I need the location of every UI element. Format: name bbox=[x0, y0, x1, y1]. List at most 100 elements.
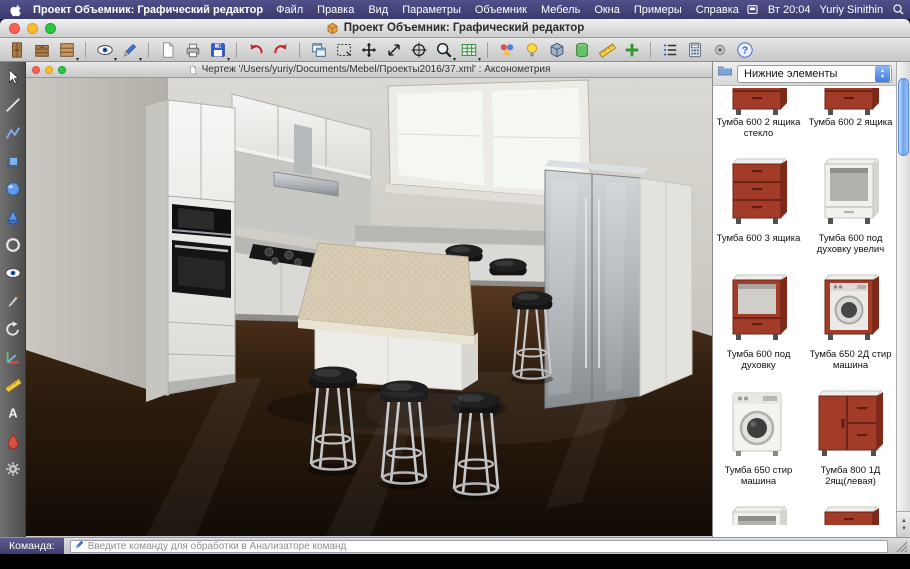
catalog-item[interactable]: Тумба 600 2 ящика bbox=[805, 88, 897, 148]
axes-tool-button[interactable] bbox=[3, 347, 23, 367]
spotlight-icon[interactable] bbox=[892, 3, 905, 16]
menu-Примеры[interactable]: Примеры bbox=[627, 4, 689, 16]
catalog-item[interactable]: Тумба 650 2Д стир машина bbox=[805, 264, 897, 380]
command-input-icon bbox=[74, 537, 85, 554]
element-list-button[interactable] bbox=[659, 39, 680, 60]
dropdown-stepper-icon[interactable]: ▲▼ bbox=[875, 66, 890, 82]
menu-bar-clock[interactable]: Вт 20:04 bbox=[768, 4, 811, 16]
catalog-item-thumbnail bbox=[719, 383, 799, 463]
measure-button[interactable] bbox=[596, 39, 617, 60]
zoom-button[interactable] bbox=[45, 23, 56, 34]
catalog-item[interactable] bbox=[805, 496, 897, 525]
sphere-tool-button[interactable] bbox=[3, 179, 23, 199]
minimize-button[interactable] bbox=[27, 23, 38, 34]
solid-tools-button[interactable] bbox=[571, 39, 592, 60]
catalog-item[interactable] bbox=[713, 496, 805, 525]
category-dropdown[interactable]: Нижние элементы ▲▼ bbox=[737, 65, 892, 83]
status-menu-icon[interactable] bbox=[746, 3, 759, 16]
menu-Объемник[interactable]: Объемник bbox=[468, 4, 534, 16]
scrollbar-arrows[interactable]: ▲ ▼ bbox=[897, 511, 910, 537]
close-button[interactable] bbox=[9, 23, 20, 34]
menu-Вид[interactable]: Вид bbox=[361, 4, 395, 16]
fridge bbox=[545, 160, 648, 408]
paint-tool-button[interactable] bbox=[3, 431, 23, 451]
catalog-item[interactable]: Тумба 600 под духовку увелич bbox=[805, 148, 897, 264]
catalog-item[interactable]: Тумба 650 стир машина bbox=[713, 380, 805, 496]
desktop-strip bbox=[0, 554, 910, 569]
settings-button[interactable] bbox=[709, 39, 730, 60]
fit-view-button[interactable] bbox=[383, 39, 404, 60]
menu-Окна[interactable]: Окна bbox=[587, 4, 627, 16]
settings-tool-button[interactable] bbox=[3, 459, 23, 479]
doc-zoom-button[interactable] bbox=[58, 66, 66, 74]
3d-viewport[interactable] bbox=[26, 78, 712, 536]
center-view-button[interactable] bbox=[408, 39, 429, 60]
line-tool-button[interactable] bbox=[3, 95, 23, 115]
catalog-item[interactable]: Тумба 600 2 ящика стекло bbox=[713, 88, 805, 148]
zoom-tool-button[interactable]: ▾ bbox=[433, 39, 454, 60]
bar-stool-back bbox=[489, 258, 526, 275]
menu-Мебель[interactable]: Мебель bbox=[534, 4, 587, 16]
draw-tool-button[interactable]: ▾ bbox=[119, 39, 140, 60]
cone-tool-button[interactable] bbox=[3, 207, 23, 227]
app-menu-title[interactable]: Проект Объемник: Графический редактор bbox=[33, 4, 263, 16]
measure-tool-button[interactable] bbox=[3, 375, 23, 395]
scroll-down-icon[interactable]: ▼ bbox=[901, 525, 907, 533]
circle-tool-button[interactable] bbox=[3, 235, 23, 255]
document-title-bar: Чертеж '/Users/yuriy/Documents/Mebel/Про… bbox=[26, 62, 712, 78]
lighting-button[interactable] bbox=[521, 39, 542, 60]
pan-view-button[interactable] bbox=[358, 39, 379, 60]
catalog-item-label: Тумба 650 2Д стир машина bbox=[807, 349, 895, 371]
print-button[interactable] bbox=[182, 39, 203, 60]
scrollbar-thumb[interactable] bbox=[898, 78, 909, 156]
add-element-button[interactable] bbox=[621, 39, 642, 60]
view-tool-button[interactable] bbox=[3, 263, 23, 283]
undo-button[interactable] bbox=[245, 39, 266, 60]
save-button[interactable]: ▾ bbox=[207, 39, 228, 60]
catalog-scrollbar[interactable]: ▲ ▼ bbox=[896, 62, 910, 537]
select-tool-button[interactable] bbox=[3, 67, 23, 87]
doc-minimize-button[interactable] bbox=[45, 66, 53, 74]
app-window: Проект Объемник: Графический редактор ▾▾… bbox=[0, 19, 910, 554]
traffic-lights bbox=[9, 23, 56, 34]
furniture-catalog-button[interactable]: ▾ bbox=[56, 39, 77, 60]
view-3d-button[interactable] bbox=[546, 39, 567, 60]
new-document-button[interactable] bbox=[157, 39, 178, 60]
apple-menu-icon[interactable] bbox=[10, 3, 23, 17]
project-table-button[interactable]: ▾ bbox=[458, 39, 479, 60]
island-reflection bbox=[315, 390, 462, 438]
help-button[interactable]: ? bbox=[734, 39, 755, 60]
box-tool-button[interactable] bbox=[3, 151, 23, 171]
toolbar-separator bbox=[299, 42, 300, 58]
catalog-item[interactable]: Тумба 600 под духовку bbox=[713, 264, 805, 380]
redo-button[interactable] bbox=[270, 39, 291, 60]
catalog-item[interactable]: Тумба 800 1Д 2ящ(левая) bbox=[805, 380, 897, 496]
menu-bar: Проект Объемник: Графический редактор Фа… bbox=[0, 0, 910, 19]
menu-Файл[interactable]: Файл bbox=[269, 4, 310, 16]
menu-bar-user[interactable]: Yuriy Sinithin bbox=[820, 4, 884, 16]
menu-Параметры[interactable]: Параметры bbox=[395, 4, 468, 16]
view-mode-button[interactable]: ▾ bbox=[94, 39, 115, 60]
zoom-window-button[interactable] bbox=[333, 39, 354, 60]
menu-Правка[interactable]: Правка bbox=[310, 4, 361, 16]
doc-close-button[interactable] bbox=[32, 66, 40, 74]
document-window: Чертеж '/Users/yuriy/Documents/Mebel/Про… bbox=[26, 62, 712, 537]
resize-grip[interactable] bbox=[892, 538, 910, 555]
arrange-windows-button[interactable] bbox=[308, 39, 329, 60]
menu-Справка[interactable]: Справка bbox=[689, 4, 746, 16]
catalog-item[interactable]: Тумба 600 3 ящика bbox=[713, 148, 805, 264]
text-tool-button[interactable]: A bbox=[3, 403, 23, 423]
catalog-item-thumbnail bbox=[719, 267, 799, 347]
cut-tool-button[interactable] bbox=[3, 291, 23, 311]
scroll-up-icon[interactable]: ▲ bbox=[901, 517, 907, 525]
catalog-item-label: Тумба 800 1Д 2ящ(левая) bbox=[807, 465, 895, 487]
calculate-button[interactable] bbox=[684, 39, 705, 60]
window-title-bar: Проект Объемник: Графический редактор bbox=[0, 19, 910, 38]
materials-button[interactable] bbox=[496, 39, 517, 60]
furniture-cabinet-button[interactable] bbox=[31, 39, 52, 60]
command-input[interactable] bbox=[88, 541, 884, 552]
left-toolbar: A bbox=[0, 62, 26, 537]
rotate-tool-button[interactable] bbox=[3, 319, 23, 339]
polyline-tool-button[interactable] bbox=[3, 123, 23, 143]
furniture-wardrobe-button[interactable] bbox=[6, 39, 27, 60]
